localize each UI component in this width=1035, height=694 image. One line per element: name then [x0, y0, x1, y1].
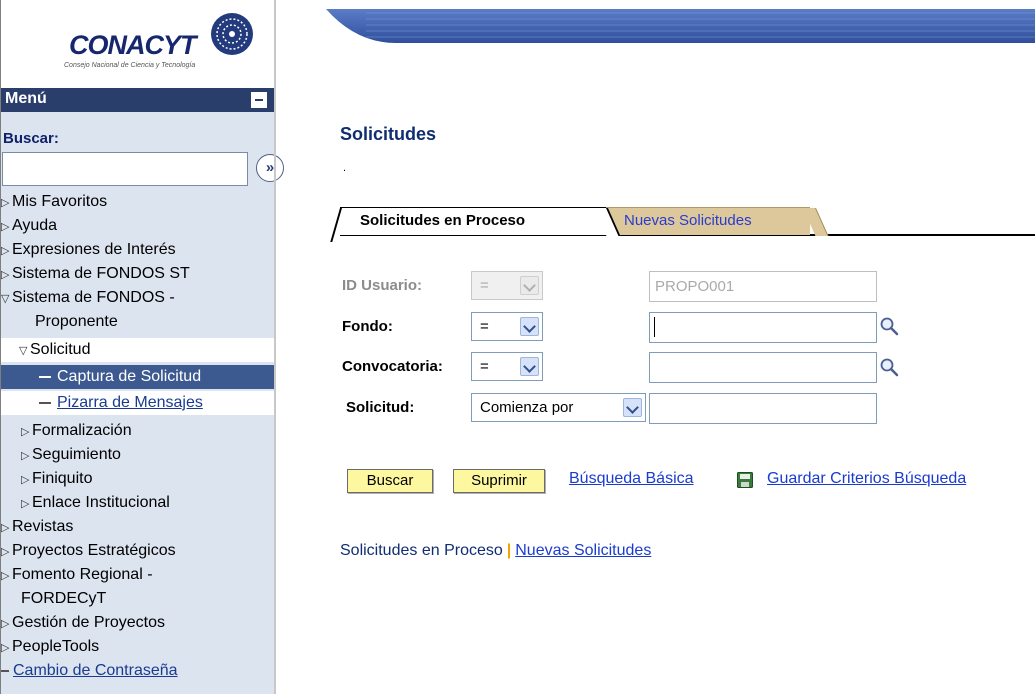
guardar-criterios-link[interactable]: Guardar Criterios Búsqueda — [767, 470, 966, 488]
menu-item-sistema-fondos-proponente[interactable]: ▽ Sistema de FONDOS - — [1, 286, 274, 310]
dash-icon — [1, 669, 9, 672]
convocatoria-operator-select[interactable]: = — [471, 352, 543, 381]
expand-arrow-icon: ▷ — [21, 426, 30, 438]
text-caret — [654, 317, 655, 337]
solicitud-label: Solicitud: — [346, 399, 415, 416]
logo-wordmark: CONACYT — [69, 30, 196, 60]
expand-arrow-icon: ▷ — [1, 245, 10, 257]
menu-item-peopletools[interactable]: ▷ PeopleTools — [1, 635, 274, 659]
menu-header: Menú — [1, 88, 274, 112]
menu-item-revistas[interactable]: ▷ Revistas — [1, 515, 274, 539]
buscar-button[interactable]: Buscar — [347, 469, 433, 493]
expand-arrow-icon: ▷ — [1, 642, 10, 654]
fondo-label: Fondo: — [342, 318, 393, 335]
convocatoria-label: Convocatoria: — [342, 358, 443, 375]
menu-item-proyectos-estrategicos[interactable]: ▷ Proyectos Estratégicos — [1, 539, 274, 563]
expand-arrow-icon: ▷ — [21, 474, 30, 486]
page-dot: . — [343, 162, 347, 174]
expand-arrow-icon: ▷ — [21, 450, 30, 462]
dropdown-arrow-icon[interactable] — [520, 357, 539, 376]
collapse-arrow-icon: ▽ — [1, 293, 10, 305]
dash-icon — [39, 375, 51, 378]
menu-title: Menú — [5, 90, 47, 107]
menu-body: Buscar: » ▷ Mis Favoritos ▷ Ayuda ▷ Expresi… — [1, 112, 284, 694]
busqueda-basica-link[interactable]: Búsqueda Básica — [569, 470, 694, 488]
tab-nuevas-solicitudes[interactable]: Nuevas Solicitudes — [604, 207, 810, 235]
bottom-nav-current: Solicitudes en Proceso — [340, 542, 503, 559]
menu-item-ayuda[interactable]: ▷ Ayuda — [1, 214, 274, 238]
top-banner — [326, 9, 1035, 43]
bottom-nav: Solicitudes en Proceso | Nuevas Solicitude… — [340, 542, 651, 560]
collapse-arrow-icon: ▽ — [19, 345, 28, 357]
convocatoria-field[interactable] — [649, 352, 877, 383]
expand-arrow-icon: ▷ — [1, 522, 10, 534]
conacyt-logo: CONACYT Consejo Nacional de Ciencia y Te… — [1, 0, 274, 88]
id-usuario-operator-select: = — [471, 271, 543, 300]
expand-arrow-icon: ▷ — [21, 498, 30, 510]
menu-item-finiquito[interactable]: ▷ Finiquito — [1, 467, 274, 491]
expand-arrow-icon: ▷ — [1, 221, 10, 233]
expand-arrow-icon: ▷ — [1, 269, 10, 281]
fondo-operator-select[interactable]: = — [471, 312, 543, 341]
dropdown-arrow-icon[interactable] — [520, 317, 539, 336]
menu-item-gestion-de-proyectos[interactable]: ▷ Gestión de Proyectos — [1, 611, 274, 635]
page-title: Solicitudes — [340, 124, 437, 144]
expand-arrow-icon: ▷ — [1, 197, 10, 209]
menu-item-fomento-regional[interactable]: ▷ Fomento Regional - — [1, 563, 274, 587]
menu-search-input[interactable] — [2, 152, 248, 186]
logo-subtitle: Consejo Nacional de Ciencia y Tecnología — [64, 62, 196, 69]
fondo-lookup-icon[interactable] — [879, 316, 899, 336]
tab-solicitudes-en-proceso[interactable]: Solicitudes en Proceso — [340, 207, 606, 235]
bottom-nav-nuevas-solicitudes-link[interactable]: Nuevas Solicitudes — [515, 542, 651, 559]
left-menu-frame: CONACYT Consejo Nacional de Ciencia y Te… — [0, 0, 284, 694]
menu-item-proponente-cont[interactable]: Proponente — [1, 310, 274, 334]
solicitud-field[interactable] — [649, 393, 877, 424]
suprimir-button[interactable]: Suprimir — [453, 469, 545, 493]
dropdown-arrow-icon[interactable] — [623, 398, 642, 417]
menu-item-enlace-institucional[interactable]: ▷ Enlace Institucional — [1, 491, 274, 515]
convocatoria-lookup-icon[interactable] — [879, 357, 899, 377]
expand-arrow-icon: ▷ — [1, 546, 10, 558]
conacyt-emblem-icon — [211, 13, 253, 55]
menu-item-pizarra-de-mensajes[interactable]: Pizarra de Mensajes — [1, 391, 274, 415]
id-usuario-field: PROPO001 — [649, 271, 877, 302]
expand-arrow-icon: ▷ — [1, 570, 10, 582]
dash-icon — [39, 401, 51, 404]
menu-item-fordecyt[interactable]: FORDECyT — [1, 587, 274, 611]
menu-search-go-button[interactable]: » — [256, 154, 284, 182]
menu-search-label: Buscar: — [3, 130, 59, 147]
fondo-field[interactable] — [649, 312, 877, 343]
menu-item-solicitud[interactable]: ▽ Solicitud — [1, 338, 274, 362]
bottom-nav-separator: | — [506, 542, 512, 559]
menu-item-expresiones-de-interes[interactable]: ▷ Expresiones de Interés — [1, 238, 274, 262]
solicitud-operator-select[interactable]: Comienza por — [471, 393, 646, 422]
menu-item-seguimiento[interactable]: ▷ Seguimiento — [1, 443, 274, 467]
expand-arrow-icon: ▷ — [1, 618, 10, 630]
menu-item-sistema-fondos-st[interactable]: ▷ Sistema de FONDOS ST — [1, 262, 274, 286]
menu-item-mis-favoritos[interactable]: ▷ Mis Favoritos — [1, 190, 274, 214]
menu-item-formalizacion[interactable]: ▷ Formalización — [1, 419, 274, 443]
id-usuario-label: ID Usuario: — [342, 277, 423, 294]
dropdown-arrow-icon — [520, 276, 539, 295]
save-icon[interactable] — [737, 472, 753, 488]
menu-item-captura-de-solicitud[interactable]: Captura de Solicitud — [1, 365, 274, 389]
collapse-menu-icon[interactable] — [251, 92, 267, 108]
menu-item-cambio-de-contrasena[interactable]: Cambio de Contraseña — [1, 659, 274, 683]
